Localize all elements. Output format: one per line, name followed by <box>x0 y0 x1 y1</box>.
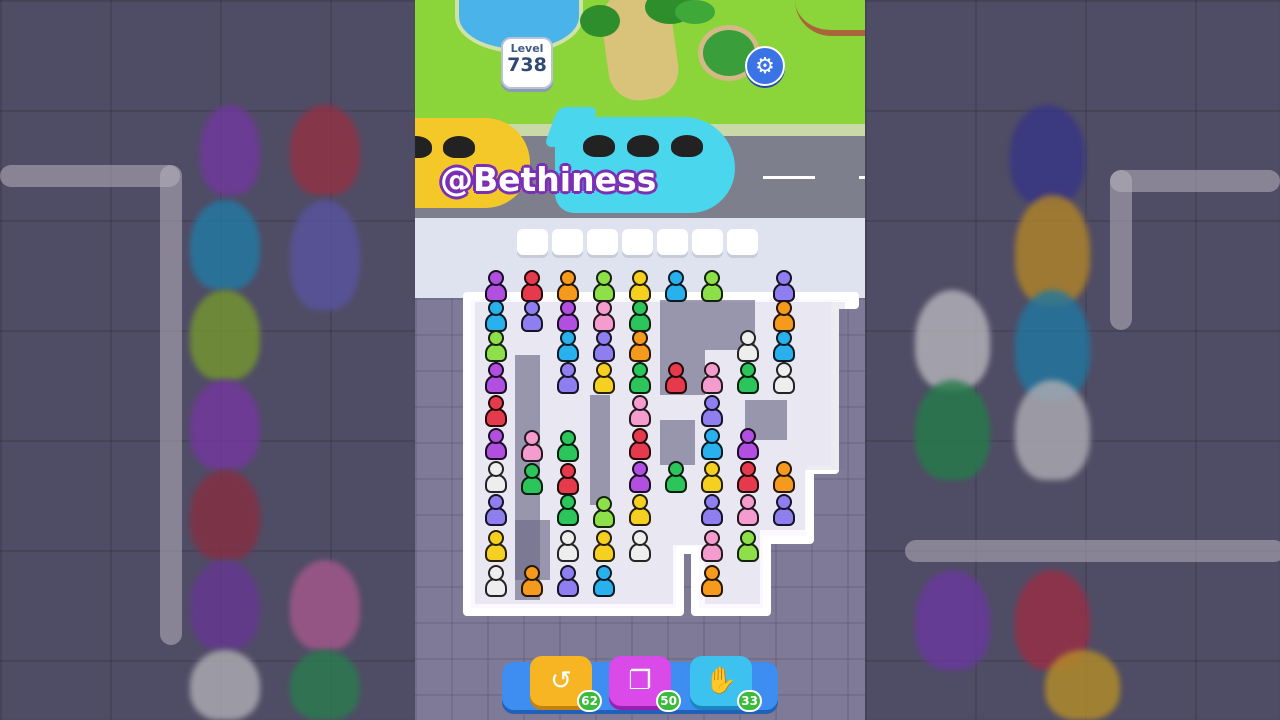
passenger[interactable] <box>483 330 509 364</box>
passenger[interactable] <box>627 461 653 495</box>
passenger[interactable] <box>627 330 653 364</box>
passenger[interactable] <box>771 330 797 364</box>
passenger[interactable] <box>771 461 797 495</box>
passenger[interactable] <box>699 461 725 495</box>
passenger[interactable] <box>519 270 545 304</box>
passenger[interactable] <box>735 428 761 462</box>
passenger[interactable] <box>627 395 653 429</box>
passenger[interactable] <box>699 270 725 304</box>
game-viewport: Level 738 ⚙ @Bethiness ↺ 62 ❐ 50 ✋ 33 <box>415 0 865 720</box>
hand-icon: ✋ <box>704 666 738 696</box>
passenger[interactable] <box>699 362 725 396</box>
passenger[interactable] <box>483 494 509 528</box>
helper-button[interactable]: ✋ 33 <box>690 656 762 712</box>
passenger[interactable] <box>483 300 509 334</box>
gear-icon: ⚙ <box>755 53 775 79</box>
passenger[interactable] <box>555 463 581 497</box>
passenger[interactable] <box>735 461 761 495</box>
passenger[interactable] <box>519 463 545 497</box>
passenger[interactable] <box>483 461 509 495</box>
undo-icon: ↺ <box>550 666 572 696</box>
level-number: 738 <box>507 54 547 76</box>
passenger[interactable] <box>483 565 509 599</box>
passenger[interactable] <box>555 270 581 304</box>
shuffle-count: 50 <box>656 690 681 712</box>
passenger[interactable] <box>519 300 545 334</box>
passenger[interactable] <box>699 530 725 564</box>
passenger[interactable] <box>771 362 797 396</box>
passenger[interactable] <box>483 362 509 396</box>
passenger[interactable] <box>591 565 617 599</box>
passenger[interactable] <box>699 428 725 462</box>
passenger[interactable] <box>555 430 581 464</box>
passenger[interactable] <box>735 530 761 564</box>
passenger[interactable] <box>627 530 653 564</box>
puzzle-board <box>415 0 865 720</box>
passenger[interactable] <box>555 362 581 396</box>
passenger[interactable] <box>627 428 653 462</box>
passenger[interactable] <box>771 300 797 334</box>
passenger[interactable] <box>735 494 761 528</box>
passenger[interactable] <box>591 362 617 396</box>
passenger[interactable] <box>555 330 581 364</box>
passenger[interactable] <box>663 461 689 495</box>
passenger[interactable] <box>627 270 653 304</box>
passenger[interactable] <box>735 330 761 364</box>
passenger[interactable] <box>663 362 689 396</box>
shuffle-icon: ❐ <box>628 666 652 696</box>
passenger[interactable] <box>591 270 617 304</box>
passenger[interactable] <box>699 395 725 429</box>
undo-button[interactable]: ↺ 62 <box>530 656 602 712</box>
passenger[interactable] <box>627 494 653 528</box>
helper-count: 33 <box>737 690 762 712</box>
passenger[interactable] <box>699 565 725 599</box>
settings-button[interactable]: ⚙ <box>745 46 785 86</box>
level-badge: Level 738 <box>501 37 553 89</box>
passenger[interactable] <box>699 494 725 528</box>
passenger[interactable] <box>591 496 617 530</box>
passenger[interactable] <box>519 430 545 464</box>
shuffle-button[interactable]: ❐ 50 <box>609 656 681 712</box>
passenger[interactable] <box>555 494 581 528</box>
passenger[interactable] <box>591 330 617 364</box>
background-right-panel <box>865 0 1280 720</box>
passenger[interactable] <box>519 565 545 599</box>
booster-toolbar: ↺ 62 ❐ 50 ✋ 33 <box>502 656 778 712</box>
passenger[interactable] <box>591 300 617 334</box>
passenger[interactable] <box>555 530 581 564</box>
passenger[interactable] <box>483 270 509 304</box>
passenger[interactable] <box>555 300 581 334</box>
passenger[interactable] <box>735 362 761 396</box>
passenger[interactable] <box>627 362 653 396</box>
undo-count: 62 <box>577 690 602 712</box>
background-left-panel <box>0 0 415 720</box>
passenger[interactable] <box>771 270 797 304</box>
passenger[interactable] <box>591 530 617 564</box>
passenger[interactable] <box>483 395 509 429</box>
passenger[interactable] <box>483 530 509 564</box>
creator-watermark: @Bethiness <box>440 160 657 199</box>
passenger[interactable] <box>555 565 581 599</box>
passenger[interactable] <box>483 428 509 462</box>
passenger[interactable] <box>663 270 689 304</box>
passenger[interactable] <box>627 300 653 334</box>
passenger[interactable] <box>771 494 797 528</box>
